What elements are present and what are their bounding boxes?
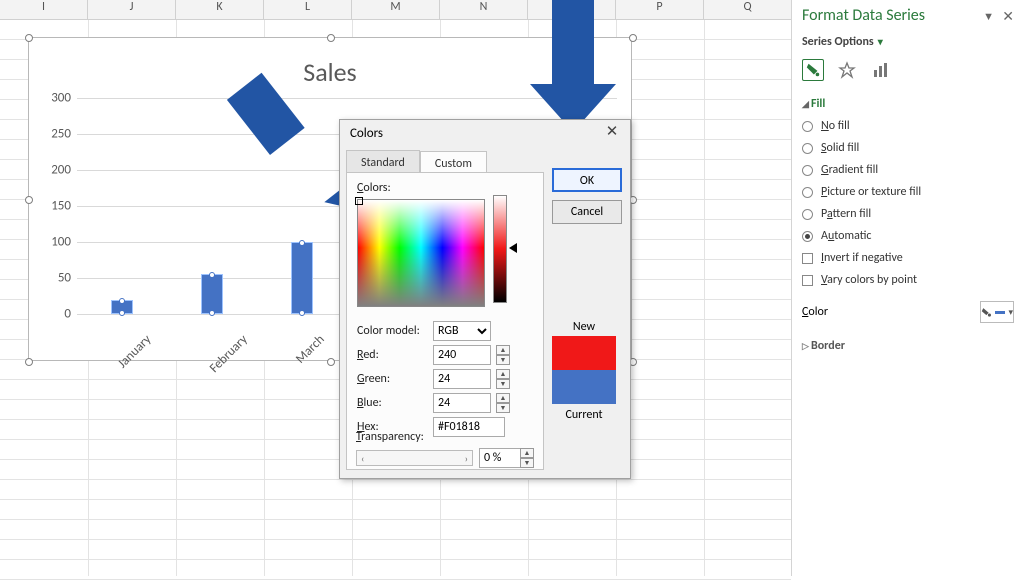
- new-color-label: New: [556, 320, 612, 334]
- y-tick-label: 150: [51, 199, 71, 214]
- y-tick-label: 250: [51, 127, 71, 142]
- invert-if-negative-check[interactable]: Invert if negative: [802, 251, 1014, 265]
- pane-options-chevron-icon[interactable]: ▼: [983, 10, 994, 23]
- current-color-label: Current: [556, 408, 612, 422]
- chart-bar[interactable]: [111, 300, 133, 314]
- cancel-button[interactable]: Cancel: [552, 200, 622, 224]
- current-color-swatch: [552, 370, 616, 404]
- fill-solid-radio[interactable]: Solid fill: [802, 141, 1014, 155]
- column-header[interactable]: Q: [704, 0, 792, 20]
- y-tick-label: 200: [51, 163, 71, 178]
- green-input[interactable]: [433, 369, 491, 389]
- selection-handle[interactable]: [327, 34, 335, 42]
- y-tick-label: 300: [51, 91, 71, 106]
- transparency-spinner[interactable]: ▲▼: [520, 448, 534, 468]
- chart-bar[interactable]: [291, 242, 313, 314]
- fill-section-header[interactable]: Fill: [802, 97, 1014, 111]
- vary-colors-check[interactable]: Vary colors by point: [802, 273, 1014, 287]
- fill-and-line-icon[interactable]: [802, 59, 824, 81]
- fill-none-radio[interactable]: No fill: [802, 119, 1014, 133]
- green-label: Green:: [357, 372, 427, 386]
- color-model-label: Color model:: [357, 324, 427, 338]
- selection-handle[interactable]: [25, 358, 33, 366]
- fill-automatic-radio[interactable]: Automatic: [802, 229, 1014, 243]
- border-section-header[interactable]: Border: [802, 339, 1014, 353]
- column-header[interactable]: I: [0, 0, 88, 20]
- y-tick-label: 0: [64, 307, 71, 322]
- fill-gradient-radio[interactable]: Gradient fill: [802, 163, 1014, 177]
- red-label: Red:: [357, 348, 427, 362]
- chart-bar[interactable]: [201, 274, 223, 314]
- y-tick-label: 50: [58, 271, 71, 286]
- paint-bucket-icon: [981, 305, 992, 319]
- column-header[interactable]: P: [616, 0, 704, 20]
- transparency-slider[interactable]: ‹›: [356, 450, 473, 466]
- column-header[interactable]: M: [352, 0, 440, 20]
- ok-button[interactable]: OK: [552, 168, 622, 192]
- color-label: Color: [802, 305, 828, 319]
- red-spinner[interactable]: ▲▼: [496, 345, 510, 365]
- column-header[interactable]: N: [440, 0, 528, 20]
- fill-pattern-radio[interactable]: Pattern fill: [802, 207, 1014, 221]
- column-header[interactable]: J: [88, 0, 176, 20]
- red-input[interactable]: [433, 345, 491, 365]
- pane-close-button[interactable]: ✕: [1002, 8, 1014, 25]
- format-data-series-pane[interactable]: Format Data Series ▼ ✕ Series Options▾ F…: [791, 0, 1024, 576]
- blue-input[interactable]: [433, 393, 491, 413]
- transparency-group: Transparency: ‹› ▲▼: [356, 426, 534, 468]
- colors-dialog[interactable]: Colors ✕ Standard Custom Colors: Color m…: [339, 119, 631, 479]
- new-color-swatch: [552, 336, 616, 370]
- colors-label: Colors:: [357, 181, 533, 195]
- green-spinner[interactable]: ▲▼: [496, 369, 510, 389]
- luminance-slider[interactable]: [493, 195, 507, 303]
- annotation-arrow-1: [235, 80, 355, 200]
- selection-handle[interactable]: [629, 34, 637, 42]
- close-button[interactable]: ✕: [594, 120, 630, 146]
- effects-icon[interactable]: [836, 59, 858, 81]
- selection-handle[interactable]: [25, 196, 33, 204]
- blue-spinner[interactable]: ▲▼: [496, 393, 510, 413]
- selection-handle[interactable]: [327, 358, 335, 366]
- blue-label: Blue:: [357, 396, 427, 410]
- color-spectrum-picker[interactable]: [357, 199, 485, 307]
- transparency-input[interactable]: [479, 448, 521, 468]
- column-header[interactable]: L: [264, 0, 352, 20]
- column-header[interactable]: K: [176, 0, 264, 20]
- spectrum-crosshair[interactable]: [355, 197, 363, 205]
- fill-picture-radio[interactable]: Picture or texture fill: [802, 185, 1014, 199]
- color-model-select[interactable]: RGB: [433, 321, 491, 341]
- selection-handle[interactable]: [25, 34, 33, 42]
- dialog-title: Colors: [350, 126, 383, 141]
- fill-color-button[interactable]: ▾: [980, 301, 1014, 323]
- series-options-dropdown[interactable]: Series Options▾: [802, 35, 1014, 49]
- y-tick-label: 100: [51, 235, 71, 250]
- series-options-icon[interactable]: [870, 59, 892, 81]
- luminance-pointer[interactable]: [509, 243, 517, 253]
- annotation-arrow-2: [530, 0, 610, 130]
